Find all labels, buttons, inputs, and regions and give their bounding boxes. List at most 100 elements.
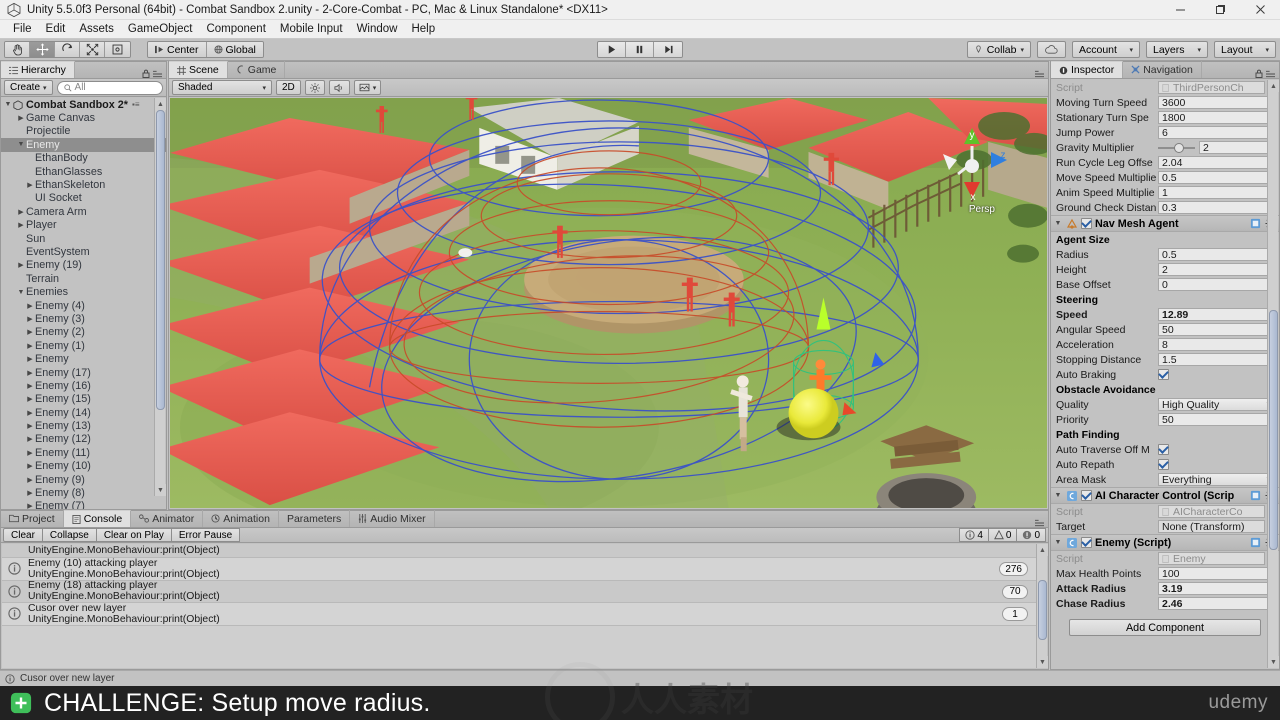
chevron-down-icon[interactable]: ▼ [3, 101, 13, 108]
property-value-field[interactable]: 12.89 [1158, 308, 1277, 321]
scene-menu-icon[interactable]: ▪≡ [132, 100, 140, 109]
console-entry[interactable]: Enemy (10) attacking player UnityEngine.M… [2, 558, 1036, 581]
property-value-field[interactable]: 50 [1158, 323, 1277, 336]
chevron-right-icon[interactable]: ▶ [16, 261, 26, 269]
hierarchy-search-input[interactable]: All [56, 80, 163, 95]
property-value-field[interactable]: 2.04 [1158, 156, 1277, 169]
scroll-up-icon[interactable]: ▲ [1268, 80, 1279, 92]
chevron-down-icon[interactable]: ▼ [1053, 492, 1063, 499]
hand-tool-button[interactable] [5, 42, 30, 57]
console-entry[interactable]: Cusor over new layer UnityEngine.MonoBeha… [2, 603, 1036, 626]
hierarchy-item[interactable]: ▶ Enemy (1) [1, 339, 166, 352]
chevron-right-icon[interactable]: ▶ [25, 395, 35, 403]
chevron-right-icon[interactable]: ▶ [25, 342, 35, 350]
inspector-scroll-thumb[interactable] [1269, 310, 1278, 550]
menu-component[interactable]: Component [199, 20, 272, 39]
chevron-right-icon[interactable]: ▶ [25, 382, 35, 390]
chevron-right-icon[interactable]: ▶ [25, 302, 35, 310]
property-checkbox[interactable] [1158, 459, 1169, 470]
chevron-right-icon[interactable]: ▶ [16, 221, 26, 229]
inspector-scrollbar[interactable]: ▲ ▼ [1267, 80, 1279, 668]
hierarchy-item[interactable]: ▶ Enemy (2) [1, 326, 166, 339]
property-value-field[interactable]: 2 [1199, 141, 1277, 154]
chevron-right-icon[interactable]: ▶ [25, 476, 35, 484]
hierarchy-item[interactable]: UI Socket [1, 192, 166, 205]
ai-script-field[interactable]: AICharacterCo [1158, 505, 1265, 518]
chevron-right-icon[interactable]: ▶ [25, 315, 35, 323]
panel-menu-icon[interactable] [1035, 519, 1044, 527]
menu-edit[interactable]: Edit [39, 20, 73, 39]
console-entry[interactable]: Enemy (18) attacking player UnityEngine.M… [2, 580, 1036, 603]
panel-menu-icon[interactable] [153, 70, 162, 78]
property-value-field[interactable]: 1800 [1158, 111, 1277, 124]
tab-navigation[interactable]: Navigation [1123, 61, 1202, 78]
property-value-field[interactable]: 1 [1158, 186, 1277, 199]
property-checkbox[interactable] [1158, 444, 1169, 455]
chevron-right-icon[interactable]: ▶ [25, 328, 35, 336]
hierarchy-item[interactable]: ▶ Enemy (19) [1, 259, 166, 272]
tab-inspector[interactable]: Inspector [1051, 61, 1124, 78]
hierarchy-item[interactable]: ▶ Enemy (10) [1, 460, 166, 473]
draw-mode-dropdown[interactable]: Shaded ▾ [172, 80, 272, 95]
property-value-field[interactable]: 0 [1158, 278, 1277, 291]
hierarchy-item[interactable]: ▶ Game Canvas [1, 111, 166, 124]
layout-button[interactable]: Layout ▾ [1214, 41, 1276, 58]
property-value-field[interactable]: 3600 [1158, 96, 1277, 109]
slider-knob[interactable] [1173, 142, 1184, 153]
enemy-script-header[interactable]: ▼ Enemy (Script) [1051, 534, 1279, 551]
hierarchy-item[interactable]: Terrain [1, 272, 166, 285]
hierarchy-item[interactable]: ▶ Enemy (14) [1, 406, 166, 419]
hierarchy-item[interactable]: ▼ Enemy [1, 138, 166, 152]
hierarchy-scrollbar[interactable]: ▲ ▼ [154, 98, 166, 496]
collapse-button[interactable]: Collapse [42, 528, 97, 542]
account-button[interactable]: Account ▾ [1072, 41, 1140, 58]
scroll-up-icon[interactable]: ▲ [155, 98, 166, 110]
chevron-right-icon[interactable]: ▶ [16, 208, 26, 216]
help-book-icon[interactable] [1250, 537, 1261, 548]
lock-icon[interactable] [1255, 69, 1263, 78]
close-button[interactable] [1240, 0, 1280, 20]
hierarchy-item[interactable]: ▶ Enemy (13) [1, 419, 166, 432]
hierarchy-item[interactable]: ▶ Enemy (15) [1, 393, 166, 406]
chevron-down-icon[interactable]: ▼ [16, 141, 26, 148]
chevron-right-icon[interactable]: ▶ [25, 369, 35, 377]
property-checkbox[interactable] [1158, 369, 1169, 380]
chevron-right-icon[interactable]: ▶ [25, 489, 35, 497]
maximize-button[interactable] [1200, 0, 1240, 20]
scroll-down-icon[interactable]: ▼ [1268, 656, 1279, 668]
property-value-field[interactable]: 100 [1158, 567, 1277, 580]
minimize-button[interactable] [1160, 0, 1200, 20]
hierarchy-item[interactable]: ▶ Enemy (9) [1, 473, 166, 486]
scroll-up-icon[interactable]: ▲ [1037, 544, 1048, 556]
console-scroll-thumb[interactable] [1038, 580, 1047, 640]
tab-project[interactable]: Project [1, 510, 64, 527]
help-book-icon[interactable] [1250, 218, 1261, 229]
slider-track[interactable] [1158, 142, 1195, 153]
hierarchy-item[interactable]: EthanBody [1, 152, 166, 165]
chevron-right-icon[interactable]: ▶ [25, 181, 35, 189]
hierarchy-item[interactable]: ▶ EthanSkeleton [1, 178, 166, 191]
scroll-down-icon[interactable]: ▼ [1037, 656, 1048, 668]
property-value-field[interactable]: 50 [1158, 413, 1277, 426]
chevron-right-icon[interactable]: ▶ [16, 114, 26, 122]
hierarchy-item[interactable]: ▶ Player [1, 219, 166, 232]
layers-button[interactable]: Layers ▾ [1146, 41, 1208, 58]
cloud-button[interactable] [1037, 41, 1066, 58]
chevron-right-icon[interactable]: ▶ [25, 409, 35, 417]
property-dropdown[interactable]: High Quality⇅ [1158, 398, 1277, 411]
clear-button[interactable]: Clear [3, 528, 43, 542]
warning-count[interactable]: 0 [988, 528, 1018, 542]
tab-hierarchy[interactable]: Hierarchy [1, 61, 75, 78]
tab-audio-mixer[interactable]: Audio Mixer [350, 510, 435, 527]
property-dropdown[interactable]: Everything⇅ [1158, 473, 1277, 486]
add-component-button[interactable]: Add Component [1069, 619, 1261, 636]
console-entry[interactable]: UnityEngine.MonoBehaviour:print(Object) [2, 544, 1036, 558]
error-pause-button[interactable]: Error Pause [171, 528, 241, 542]
hierarchy-item[interactable]: ▼ Enemies [1, 285, 166, 298]
audio-toggle[interactable] [328, 80, 350, 95]
tab-animation[interactable]: Animation [203, 510, 279, 527]
third-person-script-field[interactable]: ThirdPersonCh [1158, 81, 1265, 94]
lock-icon[interactable] [142, 69, 150, 78]
info-count[interactable]: 4 [959, 528, 989, 542]
hierarchy-item[interactable]: ▶ Enemy (16) [1, 379, 166, 392]
